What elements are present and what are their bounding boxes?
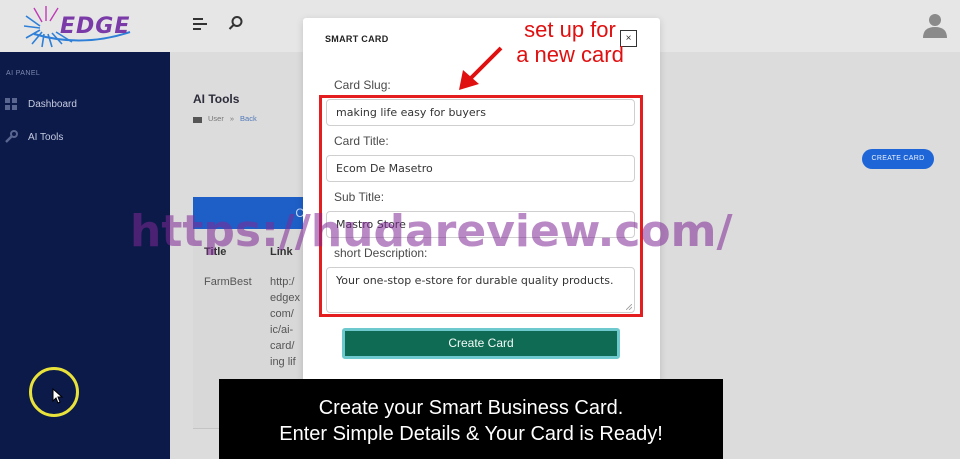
breadcrumb-home[interactable]: User xyxy=(208,114,224,123)
caption-line: Create your Smart Business Card. xyxy=(318,397,624,419)
breadcrumb: User » Back xyxy=(193,114,257,123)
annotation-text: set up for a new card xyxy=(506,17,634,67)
link-line: card/ xyxy=(270,340,295,352)
breadcrumb-separator: » xyxy=(229,114,235,123)
sidebar-item-label: Dashboard xyxy=(28,98,77,110)
annotation-line: set up for xyxy=(524,17,616,42)
menu-lines-icon[interactable] xyxy=(193,17,207,31)
create-card-button[interactable]: CREATE CARD xyxy=(862,149,934,169)
sidebar-item-ai-tools[interactable]: AI Tools xyxy=(4,127,164,147)
table-cell-link[interactable]: http:/ edgex com/ ic/ai- card/ ing lif xyxy=(270,274,306,370)
watermark-text: https://hudareview.com/ xyxy=(130,206,734,257)
wrench-icon xyxy=(5,130,18,143)
link-line: http:/ xyxy=(270,276,295,288)
watermark: https://hudareview.com/ xyxy=(130,206,734,257)
link-line: com/ xyxy=(270,308,294,320)
card-slug-label: Card Slug: xyxy=(334,78,391,92)
link-line: ic/ai- xyxy=(270,324,294,336)
annotation-line: a new card xyxy=(516,42,624,67)
sidebar-item-dashboard[interactable]: Dashboard xyxy=(4,94,164,114)
caption-line: Enter Simple Details & Your Card is Read… xyxy=(279,423,663,445)
table-cell-title: FarmBest xyxy=(204,276,252,288)
user-home-icon xyxy=(193,116,202,123)
link-line: edgex xyxy=(270,292,300,304)
video-caption: Create your Smart Business Card. Enter S… xyxy=(219,379,723,459)
dashboard-icon xyxy=(5,98,17,110)
user-avatar-icon[interactable] xyxy=(922,12,948,38)
page-title: AI Tools xyxy=(193,92,240,106)
create-card-submit-button[interactable]: Create Card xyxy=(342,328,620,359)
annotation-arrow-icon xyxy=(459,46,503,90)
sidebar-heading: AI PANEL xyxy=(6,70,41,77)
sidebar-item-label: AI Tools xyxy=(28,131,64,143)
breadcrumb-back-link[interactable]: Back xyxy=(240,114,257,123)
search-icon[interactable] xyxy=(228,15,244,31)
edge-logo[interactable]: EDGE xyxy=(22,4,142,48)
logo-text: EDGE xyxy=(60,14,131,39)
link-line: ing lif xyxy=(270,356,296,368)
modal-title: SMART CARD xyxy=(325,34,389,44)
mouse-cursor-icon xyxy=(52,388,64,404)
